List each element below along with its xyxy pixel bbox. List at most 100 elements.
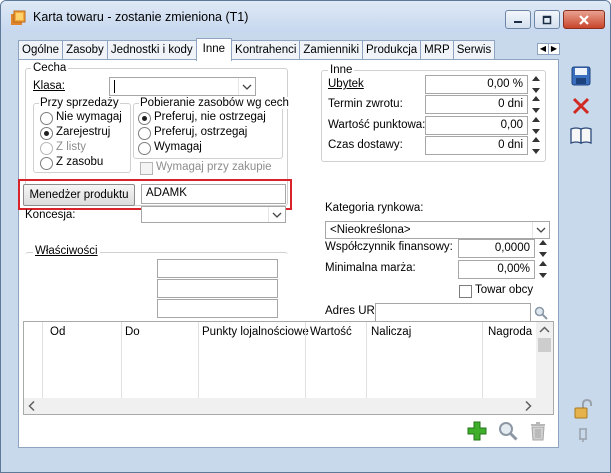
radio-wymagaj[interactable]: [138, 142, 151, 155]
help-button[interactable]: [569, 123, 593, 147]
klasa-dropdown-button[interactable]: [238, 78, 255, 95]
towar-obcy-checkbox[interactable]: [459, 285, 472, 298]
spin-down-icon: [531, 108, 540, 113]
maximize-icon: [542, 15, 552, 24]
radio-preferuj-nie-ostrzegaj-label: Preferuj, nie ostrzegaj: [154, 111, 266, 123]
lock-button[interactable]: [571, 397, 595, 421]
spin-up-icon: [538, 261, 547, 266]
close-icon: [579, 14, 589, 25]
kategoria-rynkowa-label: Kategoria rynkowa:: [325, 202, 424, 214]
adres-url-open-button[interactable]: [532, 303, 550, 322]
wspolczynnik-finansowy-label: Współczynnik finansowy:: [325, 241, 453, 253]
koncesja-dropdown-button[interactable]: [268, 207, 285, 222]
czas-dostawy-spinner[interactable]: [530, 136, 541, 155]
ubytek-field[interactable]: 0,00 %: [425, 75, 528, 94]
koncesja-combobox[interactable]: [141, 206, 286, 223]
wlasciwosc-field-3[interactable]: [157, 299, 278, 318]
ubytek-label: Ubytek: [328, 78, 364, 90]
grid-vertical-scrollbar[interactable]: [536, 322, 553, 398]
kategoria-dropdown-button[interactable]: [532, 222, 549, 238]
spin-down-icon: [531, 129, 540, 134]
search-button[interactable]: [497, 420, 519, 442]
cancel-button[interactable]: [569, 94, 593, 118]
window: Karta towaru - zostanie zmieniona (T1) O…: [0, 0, 611, 473]
grid-separator: [482, 322, 483, 398]
chevron-down-icon: [272, 212, 282, 218]
spin-down-icon: [538, 252, 547, 257]
tab-strip: Ogólne Zasoby Jednostki i kody Inne Kont…: [18, 38, 496, 61]
tab-zasoby[interactable]: Zasoby: [62, 40, 108, 61]
ubytek-spinner[interactable]: [530, 75, 541, 94]
grid-separator: [366, 322, 367, 398]
adres-url-field[interactable]: [375, 303, 531, 322]
tab-jednostki-i-kody[interactable]: Jednostki i kody: [106, 40, 197, 61]
text-cursor: [114, 80, 115, 93]
minimalna-marza-field[interactable]: 0,00%: [458, 260, 535, 279]
radio-z-zasobu[interactable]: [40, 157, 53, 170]
column-header-nagroda[interactable]: Nagroda: [488, 326, 532, 338]
tab-kontrahenci[interactable]: Kontrahenci: [231, 40, 301, 61]
radio-preferuj-ostrzegaj[interactable]: [138, 127, 151, 140]
wartosc-punktowa-field[interactable]: 0,00: [425, 116, 528, 135]
column-header-do[interactable]: Do: [125, 326, 140, 338]
grid-separator: [42, 322, 43, 398]
grid-separator: [121, 322, 122, 398]
inne-group-label: Inne: [328, 64, 355, 76]
radio-zarejestruj[interactable]: [40, 127, 53, 140]
maximize-button[interactable]: [534, 10, 560, 29]
termin-zwrotu-spinner[interactable]: [530, 95, 541, 114]
tab-mrp[interactable]: MRP: [420, 40, 454, 61]
close-button[interactable]: [563, 10, 605, 29]
floppy-disk-icon: [571, 66, 591, 86]
termin-zwrotu-field[interactable]: 0 dni: [425, 95, 528, 114]
radio-preferuj-nie-ostrzegaj[interactable]: [138, 112, 151, 125]
radio-wymagaj-label: Wymagaj: [154, 141, 202, 153]
wlasciwosc-field-1[interactable]: [157, 259, 278, 278]
tab-zamienniki[interactable]: Zamienniki: [299, 40, 364, 61]
vertical-scroll-thumb[interactable]: [538, 338, 551, 352]
menedzer-produktu-field[interactable]: ADAMK: [141, 184, 286, 204]
tab-serwis[interactable]: Serwis: [452, 40, 496, 61]
wspolczynnik-spinner[interactable]: [537, 239, 548, 258]
spin-up-icon: [538, 240, 547, 245]
scrollbar-corner: [536, 398, 553, 414]
kategoria-rynkowa-combobox[interactable]: <Nieokreślona>: [325, 221, 550, 239]
spin-up-icon: [531, 96, 540, 101]
menedzer-produktu-button[interactable]: Menedżer produktu: [23, 184, 135, 206]
tab-scroll-right-button[interactable]: ▶: [548, 43, 560, 55]
scroll-left-icon: [28, 400, 35, 412]
czas-dostawy-field[interactable]: 0 dni: [425, 136, 528, 155]
radio-nie-wymagaj[interactable]: [40, 112, 53, 125]
loyalty-points-grid[interactable]: Od Do Punkty lojalnościowe Wartość Nalic…: [23, 321, 554, 415]
radio-nie-wymagaj-label: Nie wymagaj: [56, 111, 122, 123]
wlasciwosc-field-2[interactable]: [157, 279, 278, 298]
column-header-naliczaj[interactable]: Naliczaj: [371, 326, 411, 338]
add-button[interactable]: [466, 420, 488, 442]
minimalna-marza-label: Minimalna marża:: [325, 262, 416, 274]
attachment-button[interactable]: [571, 423, 595, 447]
radio-z-listy: [40, 142, 53, 155]
delete-button[interactable]: [527, 420, 549, 442]
column-header-wartosc[interactable]: Wartość: [310, 326, 352, 338]
tab-inne[interactable]: Inne: [195, 38, 233, 61]
klasa-combobox[interactable]: [109, 77, 256, 96]
column-header-od[interactable]: Od: [50, 326, 65, 338]
save-button[interactable]: [569, 64, 593, 88]
wymagaj-przy-zakupie-label: Wymagaj przy zakupie: [156, 161, 272, 173]
przy-sprzedazy-label: Przy sprzedaży: [39, 97, 120, 109]
spin-up-icon: [531, 117, 540, 122]
tab-produkcja[interactable]: Produkcja: [362, 40, 422, 61]
wspolczynnik-finansowy-field[interactable]: 0,0000: [458, 239, 535, 258]
wartosc-punktowa-label: Wartość punktowa:: [328, 119, 426, 131]
grid-horizontal-scrollbar[interactable]: [24, 398, 536, 414]
spin-down-icon: [531, 88, 540, 93]
minimalna-marza-spinner[interactable]: [537, 260, 548, 279]
radio-z-zasobu-label: Z zasobu: [56, 156, 104, 168]
minimize-button[interactable]: [505, 10, 531, 29]
grid-separator: [305, 322, 306, 398]
scroll-right-icon: [525, 400, 532, 412]
tab-ogolne[interactable]: Ogólne: [18, 40, 64, 61]
column-header-punkty-lojalnosciowe[interactable]: Punkty lojalnościowe: [202, 326, 309, 338]
wartosc-punktowa-spinner[interactable]: [530, 116, 541, 135]
magnifier-icon: [499, 422, 518, 441]
